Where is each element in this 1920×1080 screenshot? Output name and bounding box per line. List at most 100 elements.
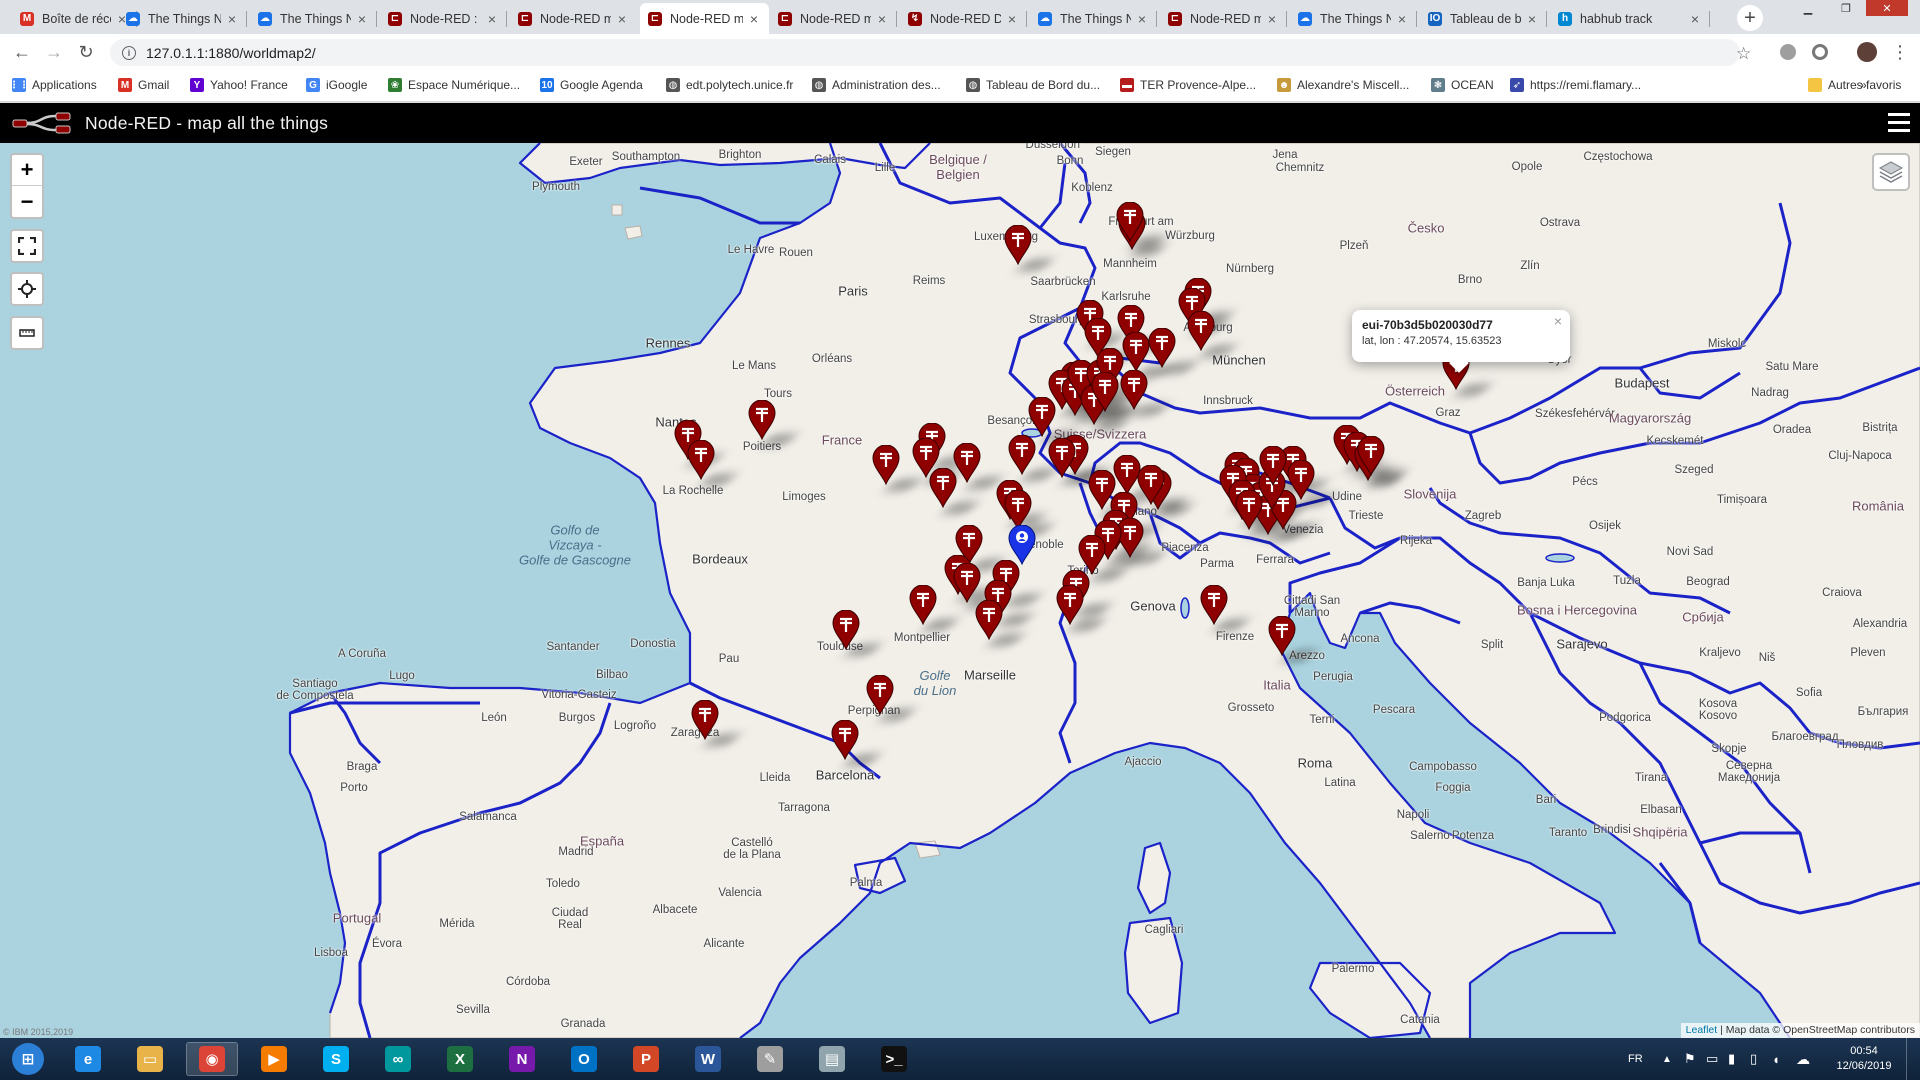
device-pin-icon[interactable] (1048, 437, 1076, 479)
browser-tab[interactable]: ⊏ Node-RED m × (510, 3, 637, 34)
bookmark-item[interactable]: 10 Google Agenda (540, 78, 643, 92)
zoom-in-button[interactable]: + (12, 155, 42, 186)
back-icon[interactable]: ← (10, 40, 34, 64)
device-pin-icon[interactable] (831, 719, 859, 761)
locate-button[interactable] (10, 272, 44, 306)
taskbar-word[interactable]: W (682, 1042, 734, 1076)
other-bookmarks-folder[interactable]: Autres favoris (1808, 78, 1901, 92)
bookmark-item[interactable]: ◍ Administration des... (812, 78, 941, 92)
reload-icon[interactable]: ↻ (74, 40, 98, 64)
display-icon[interactable]: ▭ (1706, 1038, 1718, 1080)
tab-close-icon[interactable]: × (1005, 11, 1019, 27)
new-tab-button[interactable]: + (1737, 5, 1763, 31)
browser-tab[interactable]: ☁ The Things N × (1290, 3, 1417, 34)
device-pin-icon[interactable] (953, 442, 981, 484)
world-map[interactable]: Paris Rennes Nantes Orléans Le Mans Tours Poit… (0, 143, 1920, 1038)
device-pin-icon[interactable] (1148, 327, 1176, 369)
language-indicator[interactable]: FR (1628, 1038, 1643, 1080)
browser-menu-icon[interactable]: ⋮ (1888, 40, 1912, 64)
device-pin-icon[interactable] (929, 467, 957, 509)
network-icon[interactable]: ▯ (1750, 1038, 1757, 1080)
device-pin-icon[interactable] (1091, 371, 1119, 413)
tab-close-icon[interactable]: × (485, 11, 499, 27)
device-pin-icon[interactable] (1287, 459, 1315, 501)
bookmark-item[interactable]: ◍ Tableau de Bord du... (966, 78, 1100, 92)
tab-close-icon[interactable]: × (747, 11, 761, 27)
taskbar-powerpoint[interactable]: P (620, 1042, 672, 1076)
browser-tab[interactable]: ⊏ Node-RED m × (1160, 3, 1287, 34)
device-pin-icon[interactable] (909, 584, 937, 626)
browser-tab[interactable]: ⊏ Node-RED m × (770, 3, 897, 34)
browser-tab[interactable]: ☁ The Things N × (1030, 3, 1157, 34)
popup-title[interactable]: eui-70b3d5b020030d77 (1362, 318, 1560, 332)
taskbar-notepad[interactable]: ▤ (806, 1042, 858, 1076)
device-pin-icon[interactable] (1116, 201, 1144, 243)
onedrive-icon[interactable]: ☁ (1796, 1038, 1810, 1080)
device-pin-icon[interactable] (1008, 434, 1036, 476)
bookmark-item[interactable]: ▬ TER Provence-Alpe... (1120, 78, 1256, 92)
device-pin-icon[interactable] (975, 599, 1003, 641)
user-location-pin-icon[interactable] (1008, 524, 1036, 566)
flag-icon[interactable]: ⚑ (1684, 1038, 1696, 1080)
tab-close-icon[interactable]: × (1525, 11, 1539, 27)
bookmark-item[interactable]: ⋮⋮ Applications (9, 78, 97, 92)
browser-tab[interactable]: ↯ Node-RED D × (900, 3, 1027, 34)
tab-close-icon[interactable]: × (615, 11, 629, 27)
battery-icon[interactable]: ▮ (1728, 1038, 1735, 1080)
close-window-button[interactable]: ✕ (1866, 0, 1908, 16)
zoom-out-button[interactable]: − (12, 186, 42, 217)
device-pin-icon[interactable] (1268, 615, 1296, 657)
taskbar-tool[interactable]: ✎ (744, 1042, 796, 1076)
minimize-window-button[interactable]: ▁ (1790, 0, 1826, 16)
browser-tab[interactable]: h habhub track × (1550, 3, 1710, 34)
bookmark-item[interactable]: ☻ Alexandre's Miscell... (1277, 78, 1409, 92)
site-info-icon[interactable]: i (122, 45, 136, 60)
bookmark-item[interactable]: ➶ https://remi.flamary... (1510, 78, 1641, 92)
device-pin-icon[interactable] (1004, 224, 1032, 266)
device-pin-icon[interactable] (748, 399, 776, 441)
extension-2-icon[interactable] (1812, 44, 1828, 60)
device-pin-icon[interactable] (1122, 331, 1150, 373)
device-pin-icon[interactable] (953, 562, 981, 604)
tab-close-icon[interactable]: × (355, 11, 369, 27)
taskbar-arduino[interactable]: ∞ (372, 1042, 424, 1076)
bookmark-item[interactable]: GiGoogle (306, 78, 367, 92)
volume-icon[interactable]: ◖ (1772, 1038, 1780, 1080)
menu-hamburger-icon[interactable] (1888, 113, 1910, 133)
browser-tab[interactable]: ☁ The Things N × (250, 3, 377, 34)
fullscreen-button[interactable] (10, 229, 44, 263)
device-pin-icon[interactable] (872, 444, 900, 486)
show-desktop-button[interactable] (1906, 1038, 1920, 1080)
tab-close-icon[interactable]: × (1395, 11, 1409, 27)
device-pin-icon[interactable] (1259, 445, 1287, 487)
taskbar-chrome[interactable]: ◉ (186, 1042, 238, 1076)
device-pin-icon[interactable] (1004, 489, 1032, 531)
tab-close-icon[interactable]: × (1688, 11, 1702, 27)
ruler-button[interactable] (10, 316, 44, 350)
tab-close-icon[interactable]: × (1135, 11, 1149, 27)
profile-avatar[interactable] (1857, 42, 1877, 62)
device-pin-icon[interactable] (866, 674, 894, 716)
browser-tab[interactable]: ☁ The Things N × (118, 3, 247, 34)
device-pin-icon[interactable] (1056, 584, 1084, 626)
device-pin-icon[interactable] (1357, 435, 1385, 477)
taskbar-onenote[interactable]: N (496, 1042, 548, 1076)
taskbar-start-button[interactable]: ⊞ (2, 1042, 54, 1076)
browser-tab[interactable]: IO Tableau de b × (1420, 3, 1547, 34)
address-bar[interactable]: i 127.0.1.1:1880/worldmap2/ (110, 39, 1740, 66)
url-text[interactable]: 127.0.1.1:1880/worldmap2/ (146, 45, 316, 61)
device-pin-icon[interactable] (1137, 464, 1165, 506)
device-pin-icon[interactable] (1235, 489, 1263, 531)
extension-icon[interactable] (1780, 44, 1796, 60)
device-pin-icon[interactable] (1200, 584, 1228, 626)
bookmark-item[interactable]: Y Yahoo! France (190, 78, 288, 92)
browser-tab[interactable]: ⊏ Node-RED m × (640, 3, 769, 34)
leaflet-link[interactable]: Leaflet (1686, 1024, 1718, 1036)
bookmark-star-icon[interactable]: ☆ (1736, 44, 1751, 64)
taskbar-skype[interactable]: S (310, 1042, 362, 1076)
taskbar-cmd[interactable]: >_ (868, 1042, 920, 1076)
taskbar-ie[interactable]: e (62, 1042, 114, 1076)
tab-close-icon[interactable]: × (225, 11, 239, 27)
bookmark-item[interactable]: ❀ Espace Numérique... (388, 78, 520, 92)
restore-window-button[interactable]: ❐ (1828, 0, 1864, 16)
